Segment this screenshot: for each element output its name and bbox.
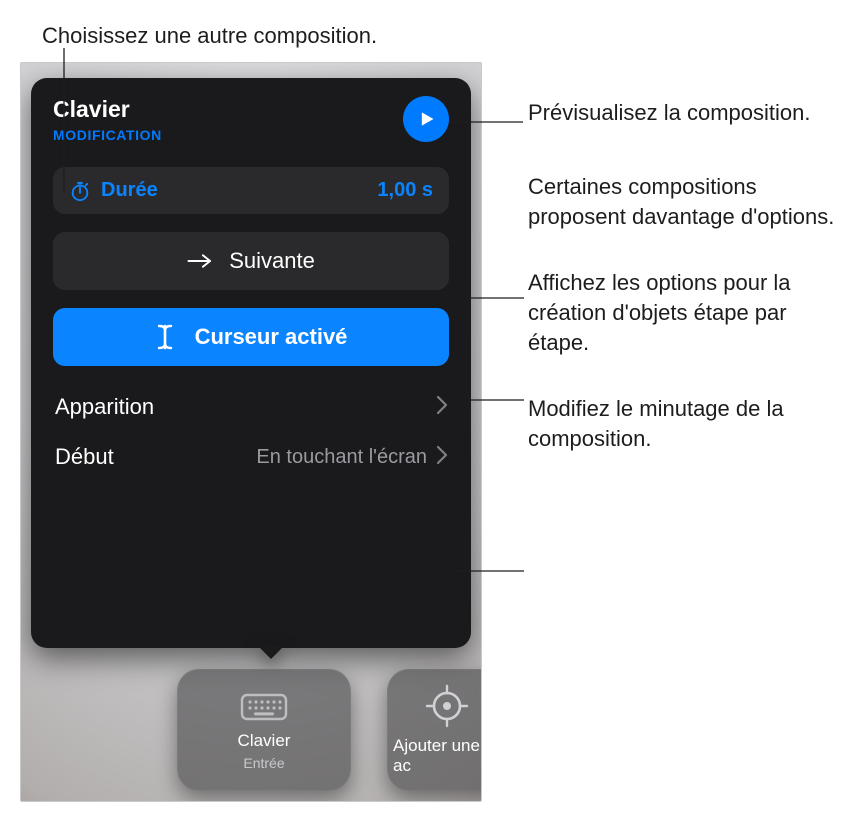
modification-link[interactable]: MODIFICATION (53, 127, 162, 143)
screenshot-frame: Clavier MODIFICATION (20, 62, 482, 802)
start-label: Début (55, 444, 114, 470)
card-subtitle: Entrée (243, 755, 284, 771)
preview-button[interactable] (403, 96, 449, 142)
start-row[interactable]: Début En touchant l'écran (53, 434, 449, 480)
callout-more-options: Certaines compositions proposent davanta… (528, 172, 852, 232)
popover-arrow-icon (257, 645, 285, 659)
card-title: Clavier (238, 731, 291, 751)
panel-title: Clavier (53, 96, 162, 123)
callout-choose-composition: Choisissez une autre composition. (42, 22, 377, 50)
next-button[interactable]: Suivante (53, 232, 449, 290)
text-cursor-icon (155, 324, 175, 350)
duration-label: Durée (101, 179, 158, 202)
target-icon (425, 684, 469, 728)
next-label: Suivante (229, 248, 315, 274)
composition-options-popover: Clavier MODIFICATION (31, 78, 471, 648)
composition-card-keyboard[interactable]: Clavier Entrée (177, 669, 351, 791)
duration-value: 1,00 s (377, 179, 433, 202)
callout-preview: Prévisualisez la composition. (528, 98, 852, 128)
duration-control[interactable]: Durée 1,00 s (53, 167, 449, 214)
callout-timing: Modifiez le minutage de la composition. (528, 394, 852, 454)
callout-stepwise-options: Affichez les options pour la création d'… (528, 268, 852, 358)
card-title: Ajouter une ac (393, 736, 482, 776)
appearance-row[interactable]: Apparition (53, 384, 449, 430)
chevron-right-icon (437, 396, 447, 419)
cursor-button[interactable]: Curseur activé (53, 308, 449, 366)
start-value: En touchant l'écran (256, 446, 427, 469)
timer-icon (69, 180, 91, 202)
appearance-label: Apparition (55, 394, 154, 420)
cursor-label: Curseur activé (195, 324, 348, 350)
play-icon (416, 109, 436, 129)
arrow-right-icon (187, 252, 213, 270)
chevron-right-icon (437, 446, 447, 469)
keyboard-icon (239, 689, 289, 723)
composition-card-add-action[interactable]: Ajouter une ac (387, 669, 482, 791)
composition-cards-row: Clavier Entrée Ajouter une ac (177, 669, 482, 791)
